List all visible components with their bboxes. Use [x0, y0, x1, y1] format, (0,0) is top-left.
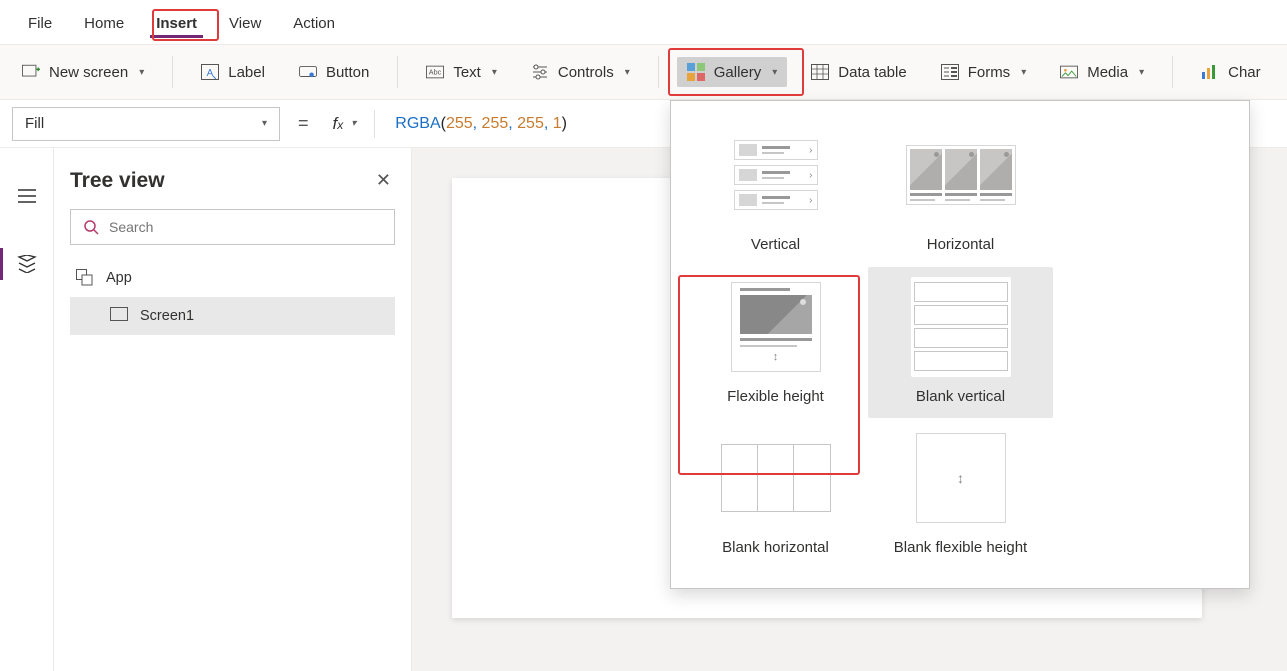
gallery-label: Blank flexible height	[872, 538, 1049, 558]
menu-action[interactable]: Action	[277, 5, 351, 40]
text-icon: Abc	[426, 63, 444, 81]
ribbon: New screen ▾ A Label Button Abc Text ▾ C…	[0, 44, 1287, 100]
preview-flexible: ↕	[726, 277, 826, 377]
text-label: Text	[453, 64, 481, 81]
gallery-icon	[687, 63, 705, 81]
gallery-label: Flexible height	[687, 387, 864, 407]
close-icon[interactable]: ✕	[372, 166, 395, 195]
preview-blank-horizontal	[716, 428, 836, 528]
gallery-label: Blank vertical	[872, 387, 1049, 407]
media-icon	[1060, 63, 1078, 81]
data-table-label: Data table	[838, 64, 906, 81]
gallery-label: Horizontal	[872, 235, 1049, 255]
preview-vertical: › › ›	[726, 125, 826, 225]
chevron-down-icon: ▾	[1139, 67, 1144, 78]
text-button[interactable]: Abc Text ▾	[416, 57, 507, 87]
chevron-down-icon: ▾	[625, 67, 630, 78]
tree-title: Tree view	[70, 169, 165, 193]
divider	[658, 56, 659, 88]
divider	[1172, 56, 1173, 88]
chevron-down-icon: ▾	[351, 118, 356, 129]
divider	[172, 56, 173, 88]
forms-icon	[941, 63, 959, 81]
preview-horizontal	[901, 125, 1021, 225]
button-button[interactable]: Button	[289, 57, 379, 87]
screen-icon	[110, 307, 128, 325]
menu-home[interactable]: Home	[68, 5, 140, 40]
tree-item-screen1[interactable]: Screen1	[70, 297, 395, 335]
forms-button[interactable]: Forms ▾	[931, 57, 1037, 87]
fx-label: fx	[333, 114, 344, 134]
gallery-opt-blank-horizontal[interactable]: Blank horizontal	[683, 418, 868, 570]
divider	[397, 56, 398, 88]
gallery-label: Gallery	[714, 64, 762, 81]
gallery-opt-vertical[interactable]: › › › Vertical	[683, 115, 868, 267]
chevron-down-icon: ▾	[492, 67, 497, 78]
gallery-dropdown: › › › Vertical Horizontal ↕ Flexible h	[670, 100, 1250, 589]
gallery-opt-blank-flexible[interactable]: ↕ Blank flexible height	[868, 418, 1053, 570]
data-table-icon	[811, 63, 829, 81]
charts-icon	[1201, 63, 1219, 81]
gallery-opt-flexible[interactable]: ↕ Flexible height	[683, 267, 868, 419]
button-text: Button	[326, 64, 369, 81]
divider	[374, 110, 375, 138]
tree-item-label: App	[106, 270, 132, 286]
search-input[interactable]	[109, 219, 382, 235]
formula-fn: RGBA	[395, 115, 440, 133]
label-button[interactable]: A Label	[191, 57, 275, 87]
gallery-label: Vertical	[687, 235, 864, 255]
left-rail	[0, 148, 54, 671]
preview-blank-flexible: ↕	[911, 428, 1011, 528]
hamburger-button[interactable]	[7, 176, 47, 216]
tree-item-label: Screen1	[140, 308, 194, 324]
gallery-button[interactable]: Gallery ▾	[677, 57, 788, 87]
label-icon: A	[201, 63, 219, 81]
media-button[interactable]: Media ▾	[1050, 57, 1154, 87]
tree-view-tab[interactable]	[7, 244, 47, 284]
chevron-down-icon: ▾	[262, 118, 267, 129]
menu-file[interactable]: File	[12, 5, 68, 40]
media-label: Media	[1087, 64, 1128, 81]
chevron-down-icon: ▾	[139, 67, 144, 78]
charts-label: Char	[1228, 64, 1261, 81]
charts-button[interactable]: Char	[1191, 57, 1271, 87]
gallery-opt-blank-vertical[interactable]: Blank vertical	[868, 267, 1053, 419]
search-box[interactable]	[70, 209, 395, 245]
new-screen-icon	[22, 63, 40, 81]
chevron-down-icon: ▾	[772, 67, 777, 78]
property-name: Fill	[25, 115, 44, 132]
controls-label: Controls	[558, 64, 614, 81]
svg-text:A: A	[207, 68, 214, 79]
equals-sign: =	[292, 113, 315, 134]
forms-label: Forms	[968, 64, 1011, 81]
chevron-down-icon: ▾	[1021, 67, 1026, 78]
new-screen-label: New screen	[49, 64, 128, 81]
gallery-label: Blank horizontal	[687, 538, 864, 558]
controls-icon	[531, 63, 549, 81]
fx-button[interactable]: fx ▾	[327, 114, 363, 134]
controls-button[interactable]: Controls ▾	[521, 57, 640, 87]
data-table-button[interactable]: Data table	[801, 57, 916, 87]
menu-bar: File Home Insert View Action	[0, 0, 1287, 44]
menu-insert[interactable]: Insert	[140, 5, 213, 40]
app-icon	[76, 269, 94, 287]
property-selector[interactable]: Fill ▾	[12, 107, 280, 141]
label-text: Label	[228, 64, 265, 81]
gallery-opt-horizontal[interactable]: Horizontal	[868, 115, 1053, 267]
button-icon	[299, 63, 317, 81]
preview-blank-vertical	[911, 277, 1011, 377]
new-screen-button[interactable]: New screen ▾	[12, 57, 154, 87]
tree-item-app[interactable]: App	[70, 259, 395, 297]
search-icon	[83, 219, 99, 235]
menu-view[interactable]: View	[213, 5, 277, 40]
tree-panel: Tree view ✕ App Screen1	[54, 148, 412, 671]
svg-text:Abc: Abc	[429, 68, 442, 77]
